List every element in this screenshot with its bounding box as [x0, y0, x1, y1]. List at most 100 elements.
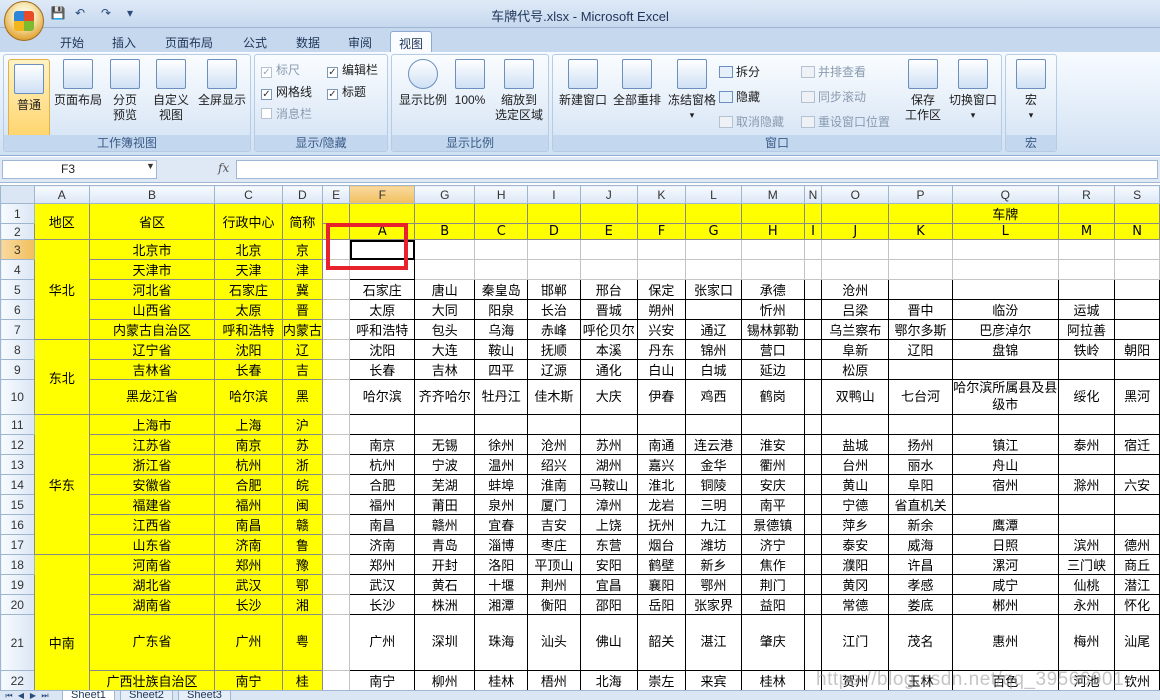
cell-m20[interactable]: 益阳 [740, 594, 805, 615]
cell-c18[interactable]: 郑州 [214, 554, 283, 575]
cell-q4[interactable] [951, 259, 1059, 280]
cell-c5[interactable]: 石家庄 [214, 279, 283, 300]
cell-b18[interactable]: 河南省 [88, 554, 216, 575]
cell-f19[interactable]: 武汉 [349, 574, 416, 595]
cell-d22[interactable]: 桂 [281, 670, 323, 690]
cell-s11[interactable] [1114, 414, 1160, 435]
cell-l17[interactable]: 潍坊 [685, 534, 742, 555]
next-sheet-icon[interactable]: ▶ [28, 691, 38, 700]
cell-j4[interactable] [579, 259, 638, 280]
tab-insert[interactable]: 插入 [104, 31, 144, 52]
cell-n8[interactable] [803, 339, 823, 360]
cell-j15[interactable]: 漳州 [579, 494, 638, 515]
cell-k18[interactable]: 鹤壁 [636, 554, 687, 575]
cell-e19[interactable] [321, 574, 351, 595]
cell-i12[interactable]: 沧州 [527, 434, 581, 455]
cell-l4[interactable] [685, 259, 742, 280]
cell-m7[interactable]: 锡林郭勒 [740, 319, 805, 340]
cell-g3[interactable] [414, 239, 476, 260]
tab-data[interactable]: 数据 [288, 31, 328, 52]
cell-f22[interactable]: 南宁 [349, 670, 416, 690]
header-abbreviation[interactable]: 简称 [281, 203, 323, 240]
cell-l1[interactable] [685, 203, 742, 224]
sheet-tab-2[interactable]: Sheet2 [120, 691, 173, 700]
cell-g9[interactable]: 吉林 [414, 359, 476, 380]
cell-q6[interactable]: 临汾 [951, 299, 1059, 320]
cell-s2[interactable]: N [1114, 223, 1160, 240]
cell-g8[interactable]: 大连 [414, 339, 476, 360]
cell-r14[interactable]: 滁州 [1057, 474, 1116, 495]
cell-q8[interactable]: 盘锦 [951, 339, 1059, 360]
cell-h13[interactable]: 温州 [474, 454, 529, 475]
headings-checkbox[interactable]: ✓ 标题 [327, 83, 366, 101]
cell-l14[interactable]: 铜陵 [685, 474, 742, 495]
cell-s9[interactable] [1114, 359, 1160, 380]
cell-c6[interactable]: 太原 [214, 299, 283, 320]
cell-k21[interactable]: 韶关 [636, 614, 687, 671]
cell-c16[interactable]: 南昌 [214, 514, 283, 535]
cell-g18[interactable]: 开封 [414, 554, 476, 575]
cell-d20[interactable]: 湘 [281, 594, 323, 615]
cell-c15[interactable]: 福州 [214, 494, 283, 515]
cell-n4[interactable] [803, 259, 823, 280]
cell-h9[interactable]: 四平 [474, 359, 529, 380]
cell-m19[interactable]: 荆门 [740, 574, 805, 595]
cell-p3[interactable] [888, 239, 953, 260]
cell-g11[interactable] [414, 414, 476, 435]
cell-i10[interactable]: 佳木斯 [527, 379, 581, 415]
cell-b12[interactable]: 江苏省 [88, 434, 216, 455]
cell-n9[interactable] [803, 359, 823, 380]
cell-p2[interactable]: K [888, 223, 953, 240]
cell-b9[interactable]: 吉林省 [88, 359, 216, 380]
cell-r16[interactable] [1057, 514, 1116, 535]
cell-q3[interactable] [951, 239, 1059, 260]
cell-s10[interactable]: 黑河 [1114, 379, 1160, 415]
cell-n19[interactable] [803, 574, 823, 595]
cell-i20[interactable]: 衡阳 [527, 594, 581, 615]
hide-button[interactable]: 隐藏 [719, 88, 760, 106]
formula-input[interactable] [236, 160, 1158, 179]
cell-r18[interactable]: 三门峡 [1057, 554, 1116, 575]
cell-c9[interactable]: 长春 [214, 359, 283, 380]
cell-d3[interactable]: 京 [281, 239, 323, 260]
column-header-r[interactable]: R [1057, 185, 1116, 204]
cell-s12[interactable]: 宿迁 [1114, 434, 1160, 455]
row-header-13[interactable]: 13 [0, 454, 35, 475]
cell-d7[interactable]: 内蒙古 [281, 319, 323, 340]
cell-i7[interactable]: 赤峰 [527, 319, 581, 340]
cell-j6[interactable]: 晋城 [579, 299, 638, 320]
cell-h8[interactable]: 鞍山 [474, 339, 529, 360]
macros-button[interactable]: 宏 ▾ [1012, 59, 1050, 123]
cell-b7[interactable]: 内蒙古自治区 [88, 319, 216, 340]
cell-p13[interactable]: 丽水 [888, 454, 953, 475]
cell-k5[interactable]: 保定 [636, 279, 687, 300]
cell-m9[interactable]: 延边 [740, 359, 805, 380]
cell-b22[interactable]: 广西壮族自治区 [88, 670, 216, 690]
cell-c14[interactable]: 合肥 [214, 474, 283, 495]
cell-n2[interactable]: I [803, 223, 823, 240]
cell-b19[interactable]: 湖北省 [88, 574, 216, 595]
cell-c8[interactable]: 沈阳 [214, 339, 283, 360]
cell-e6[interactable] [321, 299, 351, 320]
cell-d15[interactable]: 闽 [281, 494, 323, 515]
cell-g4[interactable] [414, 259, 476, 280]
cell-f3[interactable] [349, 239, 416, 260]
cell-m22[interactable]: 桂林 [740, 670, 805, 690]
last-sheet-icon[interactable]: ⏭ [40, 691, 50, 700]
cell-s4[interactable] [1114, 259, 1160, 280]
cell-b20[interactable]: 湖南省 [88, 594, 216, 615]
save-workspace-button[interactable]: 保存 工作区 [901, 59, 945, 123]
cell-m3[interactable] [740, 239, 805, 260]
cell-l11[interactable] [685, 414, 742, 435]
cell-p9[interactable] [888, 359, 953, 380]
cell-f12[interactable]: 南京 [349, 434, 416, 455]
cell-l2[interactable]: G [685, 223, 742, 240]
cell-i1[interactable] [527, 203, 581, 224]
header-province[interactable]: 省区 [88, 203, 216, 240]
cell-e5[interactable] [321, 279, 351, 300]
cell-k11[interactable] [636, 414, 687, 435]
cell-d16[interactable]: 赣 [281, 514, 323, 535]
tab-page-layout[interactable]: 页面布局 [157, 31, 221, 52]
message-bar-checkbox[interactable]: 消息栏 [261, 105, 312, 123]
cell-k3[interactable] [636, 239, 687, 260]
